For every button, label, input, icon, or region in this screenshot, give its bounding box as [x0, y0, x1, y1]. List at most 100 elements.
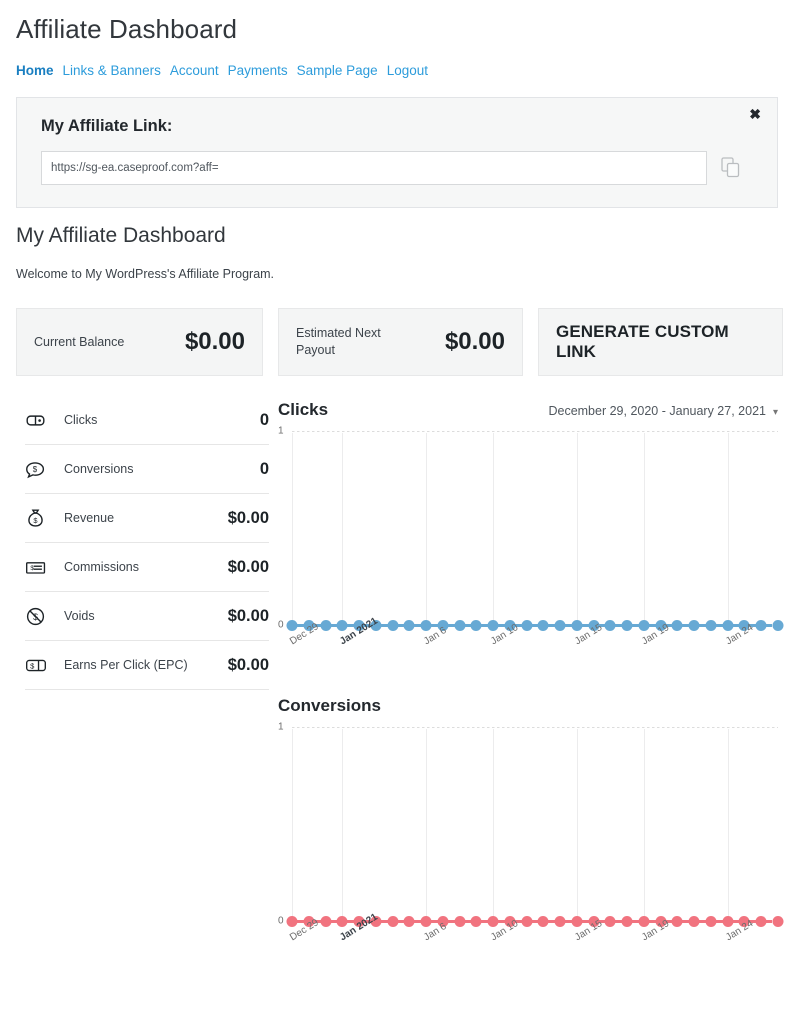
data-point [537, 916, 549, 927]
data-point [387, 916, 399, 927]
gridline [643, 729, 645, 921]
nav-link-sample-page[interactable]: Sample Page [297, 63, 378, 78]
nav-link-links-banners[interactable]: Links & Banners [63, 63, 161, 78]
clicks-plot: 1 0 Dec 29 Jan 2021 Jan 6 Jan 10 Jan 15 Jan 19 J… [278, 426, 784, 647]
data-point [604, 916, 616, 927]
stat-value: $0.00 [227, 508, 269, 527]
nav-link-logout[interactable]: Logout [387, 63, 428, 78]
gridline [292, 729, 293, 921]
data-point [320, 916, 332, 927]
summary-cards: Current Balance $0.00 Estimated Next Pay… [16, 308, 783, 376]
banknote-icon: $ [25, 655, 55, 676]
affiliate-dashboard-page: Affiliate Dashboard Home Links & Banners A… [0, 0, 793, 1024]
data-point [621, 620, 633, 631]
gridline [493, 729, 495, 921]
gridline [426, 433, 428, 625]
stat-row: $ Revenue $0.00 [25, 494, 269, 543]
data-point [621, 916, 633, 927]
conversions-plot: 1 0 Dec 29 Jan 2021 Jan 6 Jan 10 Jan 15 Jan 19 J… [278, 722, 784, 943]
conversions-chart-header: Conversions [278, 696, 778, 716]
gridline [292, 433, 293, 625]
conversions-chart-title: Conversions [278, 696, 381, 715]
data-point [470, 916, 482, 927]
data-point [286, 620, 298, 631]
data-point [638, 916, 650, 927]
data-point [336, 620, 348, 631]
nav-link-account[interactable]: Account [170, 63, 219, 78]
stat-row: $ Commissions $0.00 [25, 543, 269, 592]
nav-link-payments[interactable]: Payments [228, 63, 288, 78]
data-point [688, 916, 700, 927]
gridline [576, 433, 578, 625]
data-point [537, 620, 549, 631]
dashboard-welcome: Welcome to My WordPress's Affiliate Prog… [16, 267, 275, 281]
data-point [722, 620, 734, 631]
stat-row: $ Voids $0.00 [25, 592, 269, 641]
data-point [487, 916, 499, 927]
stats-list: Clicks 0 $ Conversions 0 $ Revenue $0.00 $ Commis… [25, 396, 269, 690]
stat-label: Conversions [64, 462, 134, 476]
card-label: Current Balance [34, 334, 125, 349]
data-point [755, 620, 767, 631]
card-label: Estimated Next Payout [296, 326, 381, 357]
main-nav: Home Links & Banners Account Payments Sample… [16, 63, 437, 78]
money-bag-icon: $ [25, 508, 55, 529]
data-point [571, 620, 583, 631]
stat-row: $ Conversions 0 [25, 445, 269, 494]
generate-custom-link-button[interactable]: GENERATE CUSTOM LINK [538, 308, 783, 376]
mouse-icon [25, 410, 55, 431]
check-payment-icon: $ [25, 557, 55, 578]
card-value: $0.00 [184, 328, 245, 355]
gridline-top [292, 431, 778, 432]
data-point [454, 916, 466, 927]
data-point [554, 620, 566, 631]
stat-label: Earns Per Click (EPC) [64, 658, 188, 672]
data-point [705, 620, 717, 631]
stat-value: $0.00 [227, 606, 269, 625]
gridline [493, 433, 495, 625]
gridline [426, 729, 428, 921]
y-axis-tick: 0 [278, 915, 284, 927]
stat-value: 0 [259, 459, 269, 478]
data-point [604, 620, 616, 631]
affiliate-link-notice: ✖ My Affiliate Link: [16, 97, 778, 208]
card-value: $0.00 [444, 328, 505, 355]
gridline-top [292, 727, 778, 728]
data-point [772, 916, 784, 927]
data-point [403, 916, 415, 927]
affiliate-link-input[interactable] [41, 151, 707, 185]
data-point [420, 916, 432, 927]
x-axis-labels: Dec 29 Jan 2021 Jan 6 Jan 10 Jan 15 Jan 19 Jan… [288, 912, 778, 974]
copy-icon[interactable] [719, 155, 743, 181]
gridline [342, 729, 344, 921]
stat-value: 0 [259, 410, 269, 429]
data-point [487, 620, 499, 631]
date-range-selector[interactable]: December 29, 2020 - January 27, 2021 ▾ [548, 404, 778, 418]
clicks-chart-title: Clicks [278, 400, 329, 419]
clicks-chart-block: Clicks December 29, 2020 - January 27, 2… [278, 400, 784, 647]
void-dollar-icon: $ [25, 606, 55, 627]
close-icon[interactable]: ✖ [746, 105, 764, 123]
stat-value: $0.00 [227, 655, 269, 674]
stat-label: Commissions [64, 560, 140, 574]
gridline [643, 433, 645, 625]
conversion-icon: $ [25, 459, 55, 480]
data-point [521, 620, 533, 631]
stat-row: Clicks 0 [25, 396, 269, 445]
affiliate-link-row [41, 151, 757, 185]
chevron-down-icon: ▾ [772, 407, 778, 418]
data-point [705, 916, 717, 927]
clicks-chart-header: Clicks December 29, 2020 - January 27, 2… [278, 400, 778, 420]
gridline [342, 433, 344, 625]
stat-row: $ Earns Per Click (EPC) $0.00 [25, 641, 269, 690]
data-point [286, 916, 298, 927]
data-point [387, 620, 399, 631]
x-axis-labels: Dec 29 Jan 2021 Jan 6 Jan 10 Jan 15 Jan 19 Jan… [288, 616, 778, 678]
data-point [755, 916, 767, 927]
gridline [727, 433, 729, 625]
card-current-balance: Current Balance $0.00 [16, 308, 263, 376]
data-point [638, 620, 650, 631]
nav-link-home[interactable]: Home [16, 63, 54, 78]
data-point [454, 620, 466, 631]
card-estimated-next-payout: Estimated Next Payout $0.00 [278, 308, 523, 376]
